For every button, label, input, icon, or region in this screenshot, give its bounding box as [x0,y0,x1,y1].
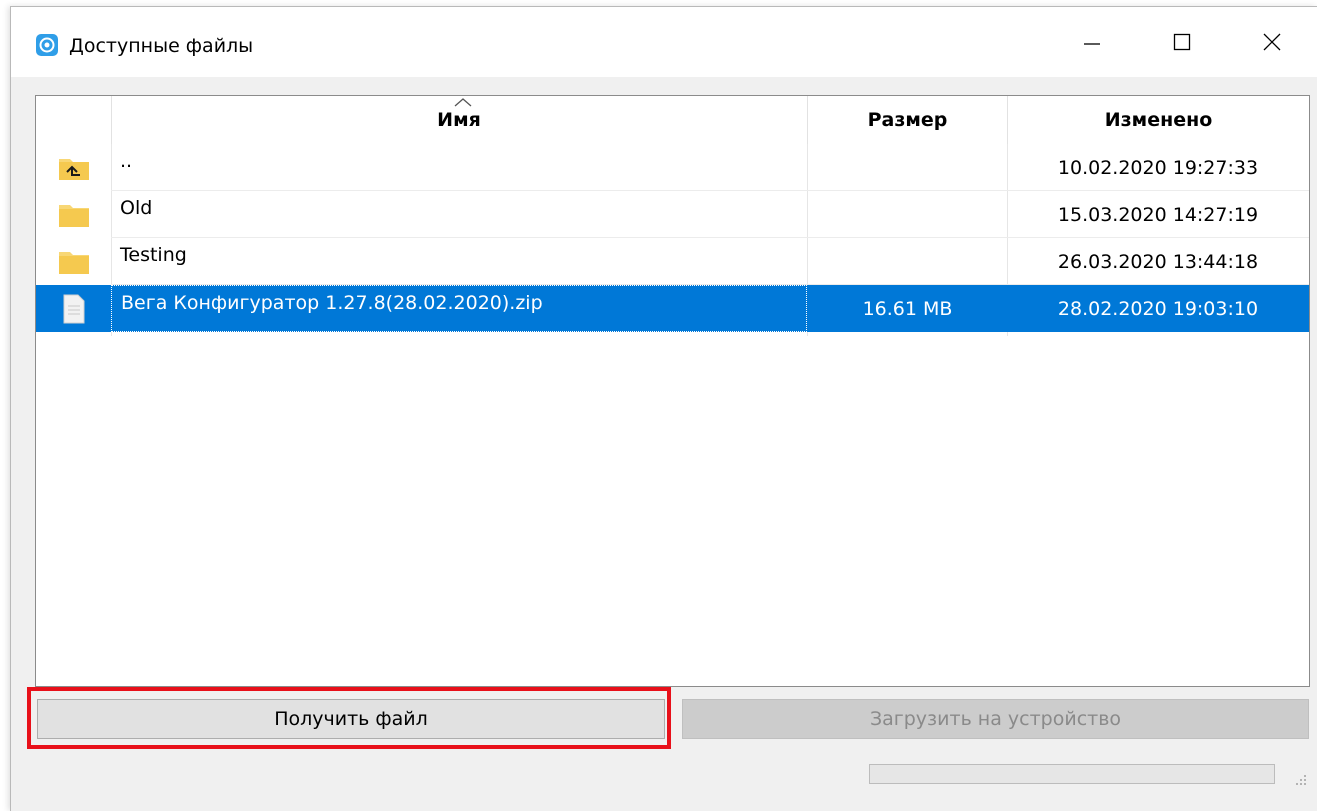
maximize-button[interactable] [1137,7,1227,77]
maximize-icon [1173,33,1191,51]
file-modified: 10.02.2020 19:27:33 [1057,156,1259,179]
upload-to-device-button[interactable]: Загрузить на устройство [682,699,1309,739]
file-size: 16.61 MB [862,297,953,320]
header-modified[interactable]: Изменено [1008,96,1309,144]
progress-bar [869,764,1275,784]
folder-icon [58,204,89,227]
file-name: Вега Конфигуратор 1.27.8(28.02.2020).zip [111,285,807,332]
minimize-button[interactable] [1047,7,1137,77]
file-size [808,191,1007,238]
file-name: Testing [120,244,187,266]
close-icon [1263,33,1281,51]
file-modified: 26.03.2020 13:44:18 [1057,250,1259,273]
header-modified-label: Изменено [1104,109,1213,131]
row-icon-cell [36,285,111,332]
table-row[interactable]: Testing 26.03.2020 13:44:18 [36,238,1309,285]
row-icon-cell [36,238,111,285]
sort-ascending-icon [454,98,472,107]
folder-icon [58,251,89,274]
file-name: Old [120,197,153,219]
window-title: Доступные файлы [69,35,254,57]
table-row[interactable]: .. 10.02.2020 19:27:33 [36,144,1309,191]
close-button[interactable] [1227,7,1317,77]
file-modified: 15.03.2020 14:27:19 [1057,203,1259,226]
highlight-frame [27,687,671,749]
table-row-selected[interactable]: Вега Конфигуратор 1.27.8(28.02.2020).zip… [36,285,1309,332]
folder-up-icon [58,158,89,180]
file-size [808,144,1007,191]
resize-grip-icon[interactable] [1294,773,1308,787]
file-name: .. [120,150,133,172]
header-size[interactable]: Размер [808,96,1008,144]
table-row[interactable]: Old 15.03.2020 14:27:19 [36,191,1309,238]
title-bar[interactable]: Доступные файлы [11,7,1317,77]
header-size-label: Размер [867,109,948,131]
file-icon [63,294,84,323]
minimize-icon [1084,43,1100,45]
header-icon-column[interactable] [36,96,112,144]
row-icon-cell [36,144,111,191]
available-files-window: Доступные файлы Имя Размер Изменено .. 1… [10,6,1317,811]
file-list[interactable]: Имя Размер Изменено .. 10.02.2020 19:27:… [35,95,1310,687]
file-size [808,238,1007,285]
row-icon-cell [36,191,111,238]
app-logo-icon [36,34,58,56]
file-modified: 28.02.2020 19:03:10 [1057,297,1259,320]
header-name-label: Имя [437,109,481,131]
